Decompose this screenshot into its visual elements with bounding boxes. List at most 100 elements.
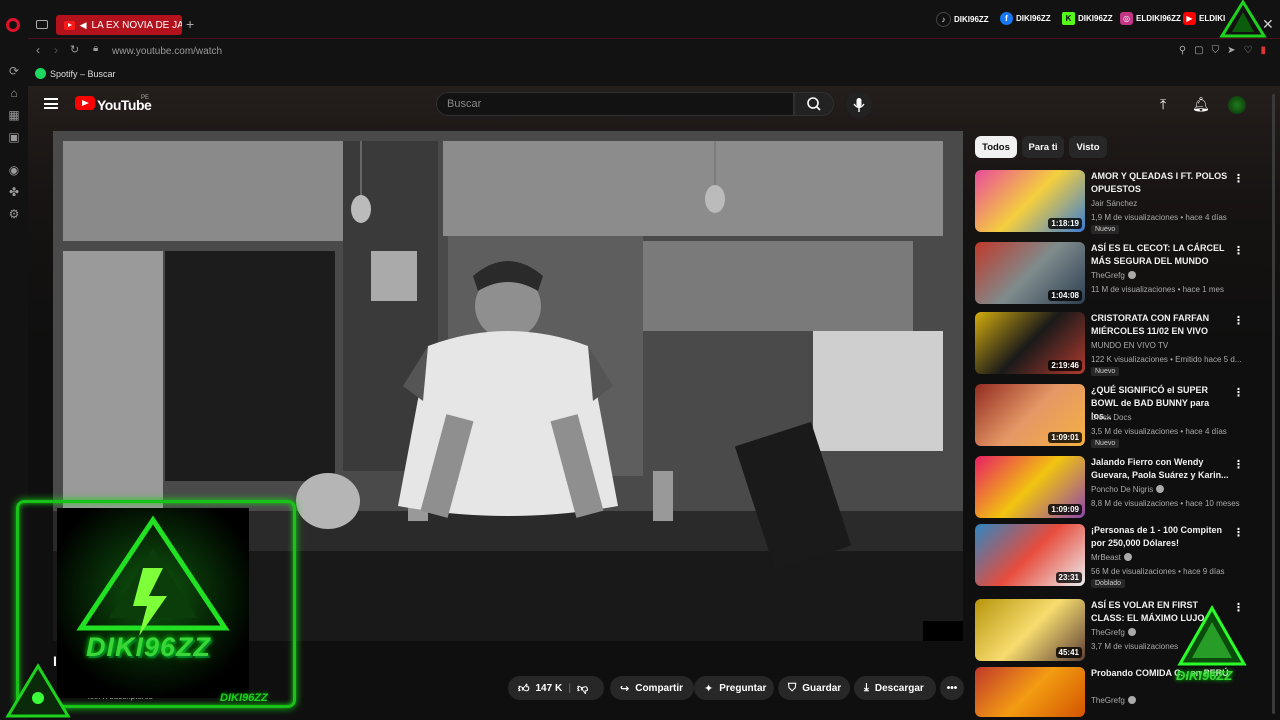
more-vert-icon[interactable]: ⋮ xyxy=(1233,314,1244,327)
lock-icon: 🔒︎ xyxy=(93,43,99,54)
tab-workspace-icon[interactable] xyxy=(36,20,48,29)
recommendation-title[interactable]: AMOR Y QLEADAS I FT. POLOS OPUESTOS xyxy=(1091,170,1231,196)
social-handle: DIKI96ZZ xyxy=(954,15,989,24)
avatar[interactable] xyxy=(1228,96,1246,114)
bookmark-icon[interactable]: ▮ xyxy=(1260,45,1266,56)
player-icon[interactable]: ◉ xyxy=(7,163,21,177)
recommendation-item[interactable]: 1:04:08 ASÍ ES EL CECOT: LA CÁRCEL MÁS S… xyxy=(975,242,1265,308)
channel-name: TheGrefg xyxy=(1091,271,1125,280)
share-button[interactable]: ↪ Compartir xyxy=(610,676,694,700)
video-thumbnail[interactable]: 45:41 xyxy=(975,599,1085,661)
stream-overlay-logo-text: DIKI96ZZ xyxy=(86,632,212,662)
scrollbar[interactable] xyxy=(1272,94,1275,714)
recommendation-title[interactable]: ¡Personas de 1 - 100 Compiten por 250,00… xyxy=(1091,524,1231,550)
video-thumbnail[interactable]: 2:19:46 xyxy=(975,312,1085,374)
channel-name: Poncho De Nigris xyxy=(1091,485,1154,494)
video-thumbnail[interactable]: 1:04:08 xyxy=(975,242,1085,304)
upload-icon[interactable]: ⤒ xyxy=(1160,96,1166,113)
thumbs-down-icon[interactable]: 👎︎ xyxy=(577,682,588,695)
new-tab-button[interactable]: + xyxy=(186,16,194,32)
recommendation-item[interactable]: 1:09:09 Jalando Fierro con Wendy Guevara… xyxy=(975,456,1265,522)
recommendation-item[interactable]: 1:18:19 AMOR Y QLEADAS I FT. POLOS OPUES… xyxy=(975,170,1265,236)
video-thumbnail[interactable]: 1:18:19 xyxy=(975,170,1085,232)
channel-name: TheGrefg xyxy=(1091,696,1125,705)
download-label: Descargar xyxy=(874,682,924,694)
tiktok-icon: ♪ xyxy=(936,12,951,27)
youtube-favicon-icon xyxy=(64,20,75,30)
kick-icon: K xyxy=(1062,12,1075,25)
microphone-icon xyxy=(853,98,865,112)
notifications-bell-icon[interactable]: 🔔︎ xyxy=(1192,96,1210,113)
youtube-icon: ▶ xyxy=(1183,12,1196,25)
thumbs-up-icon: 👍︎ xyxy=(518,682,530,695)
chip-visto[interactable]: Visto xyxy=(1069,136,1107,158)
download-button[interactable]: ⤓ Descargar xyxy=(854,676,936,700)
recommendation-channel[interactable]: Jair Sánchez xyxy=(1091,199,1137,208)
pin-icon[interactable]: ⚲ xyxy=(1179,45,1186,56)
recommendation-channel[interactable]: TheGrefg xyxy=(1091,271,1136,280)
recommendation-meta: 1,9 M de visualizaciones • hace 4 días xyxy=(1091,213,1227,222)
search-input[interactable]: Buscar xyxy=(436,92,794,116)
verified-icon xyxy=(1123,553,1132,561)
recommendation-channel[interactable]: Dieck Docs xyxy=(1091,413,1131,422)
url-field[interactable]: www.youtube.com/watch xyxy=(112,46,222,57)
heart-icon[interactable]: ♡ xyxy=(1244,45,1253,56)
voice-search-button[interactable] xyxy=(846,92,872,118)
recommendation-item[interactable]: 23:31 ¡Personas de 1 - 100 Compiten por … xyxy=(975,524,1265,590)
ask-button[interactable]: ✦ Preguntar xyxy=(694,676,774,700)
back-icon[interactable]: ‹ xyxy=(36,43,40,57)
search-button[interactable] xyxy=(794,92,834,116)
video-thumbnail[interactable] xyxy=(975,667,1085,717)
recommendation-meta: 56 M de visualizaciones • hace 9 días xyxy=(1091,567,1225,576)
pinboard-icon[interactable]: ▦ xyxy=(7,108,21,122)
bookmark-spotify[interactable]: Spotify – Buscar xyxy=(50,69,116,79)
send-icon[interactable]: ➤ xyxy=(1227,45,1235,56)
save-button[interactable]: ⛉ Guardar xyxy=(778,676,850,700)
recommendation-channel[interactable]: Poncho De Nigris xyxy=(1091,485,1165,494)
recommendation-title[interactable]: Jalando Fierro con Wendy Guevara, Paola … xyxy=(1091,456,1231,482)
new-badge: Nuevo xyxy=(1091,439,1120,448)
forward-icon[interactable]: › xyxy=(54,43,58,57)
search-icon xyxy=(807,97,821,111)
video-thumbnail[interactable]: 1:09:09 xyxy=(975,456,1085,518)
shield-icon[interactable]: ⛉ xyxy=(1212,45,1220,56)
recommendation-title[interactable]: CRISTORATA CON FARFAN MIÉRCOLES 11/02 EN… xyxy=(1091,312,1231,338)
more-vert-icon[interactable]: ⋮ xyxy=(1233,386,1244,399)
recommendation-item[interactable]: 1:09:01 ¿QUÉ SIGNIFICÓ el SUPER BOWL de … xyxy=(975,384,1265,450)
recommendation-channel[interactable]: TheGrefg xyxy=(1091,628,1136,637)
duration-badge: 23:31 xyxy=(1055,572,1082,583)
more-vert-icon[interactable]: ⋮ xyxy=(1233,458,1244,471)
recommendation-title[interactable]: ASÍ ES EL CECOT: LA CÁRCEL MÁS SEGURA DE… xyxy=(1091,242,1231,268)
history-icon[interactable]: ⟳ xyxy=(7,64,21,78)
address-bar-actions: ⚲ ▢ ⛉ ➤ ♡ ▮ xyxy=(1179,45,1266,56)
more-vert-icon[interactable]: ⋮ xyxy=(1233,244,1244,257)
bag-icon[interactable]: ⌂ xyxy=(7,86,21,100)
messenger-icon[interactable]: ▣ xyxy=(7,130,21,144)
more-actions-button[interactable]: ••• xyxy=(940,676,964,700)
recommendation-meta: 8,8 M de visualizaciones • hace 10 meses xyxy=(1091,499,1240,508)
snapshot-icon[interactable]: ▢ xyxy=(1194,45,1203,56)
recommendation-item[interactable]: 2:19:46 CRISTORATA CON FARFAN MIÉRCOLES … xyxy=(975,312,1265,378)
extensions-icon[interactable]: ✤ xyxy=(7,185,21,199)
recommendation-channel[interactable]: TheGrefg xyxy=(1091,696,1136,705)
streamer-name: DIKI96ZZ xyxy=(220,692,268,704)
menu-icon[interactable] xyxy=(44,98,58,109)
more-vert-icon[interactable]: ⋮ xyxy=(1233,526,1244,539)
tab-title: LA EX NOVIA DE JAIR xyxy=(91,19,182,31)
youtube-logo-icon[interactable] xyxy=(75,96,95,110)
like-button[interactable]: 👍︎ 147 K | 👎︎ xyxy=(508,676,604,700)
chip-todos[interactable]: Todos xyxy=(975,136,1017,158)
more-vert-icon[interactable]: ⋮ xyxy=(1233,172,1244,185)
audio-playing-icon[interactable]: ◀ xyxy=(80,20,87,31)
chip-para-ti[interactable]: Para ti xyxy=(1022,136,1064,158)
recommendation-channel[interactable]: MUNDO EN VIVO TV xyxy=(1091,341,1168,350)
tab-active[interactable]: ◀ LA EX NOVIA DE JAIR xyxy=(56,15,182,35)
reload-icon[interactable]: ↻ xyxy=(70,43,79,56)
recommendation-channel[interactable]: MrBeast xyxy=(1091,553,1132,562)
like-count: 147 K xyxy=(535,682,563,694)
opera-logo-icon[interactable] xyxy=(6,18,20,32)
new-badge: Nuevo xyxy=(1091,225,1120,234)
video-thumbnail[interactable]: 23:31 xyxy=(975,524,1085,586)
video-thumbnail[interactable]: 1:09:01 xyxy=(975,384,1085,446)
settings-icon[interactable]: ⚙ xyxy=(7,207,21,221)
